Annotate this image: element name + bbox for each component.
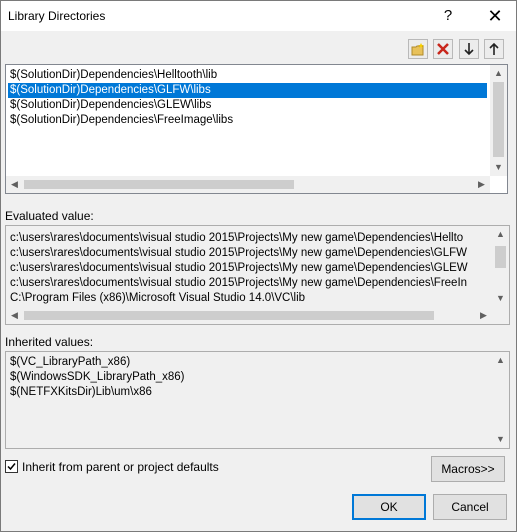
scroll-up-icon[interactable]: ▲ bbox=[492, 226, 509, 243]
inherited-values-label: Inherited values: bbox=[5, 335, 94, 349]
close-button[interactable]: ✕ bbox=[475, 1, 515, 31]
scroll-right-icon[interactable]: ▶ bbox=[475, 307, 492, 324]
inherited-line: $(WindowsSDK_LibraryPath_x86) bbox=[10, 371, 185, 383]
ok-button[interactable]: OK bbox=[352, 494, 426, 520]
arrow-up-icon bbox=[489, 42, 499, 55]
library-directories-dialog: Library Directories ? ✕ $(SolutionDir)De… bbox=[0, 0, 517, 532]
list-item[interactable]: $(SolutionDir)Dependencies\GLEW\libs bbox=[8, 98, 487, 113]
list-item[interactable]: $(SolutionDir)Dependencies\Helltooth\lib bbox=[8, 68, 487, 83]
evaluated-line: c:\users\rares\documents\visual studio 2… bbox=[10, 232, 464, 244]
arrow-down-icon bbox=[464, 43, 474, 56]
evaluated-line: C:\Program Files (x86)\Microsoft Visual … bbox=[10, 292, 306, 304]
inherit-checkbox[interactable] bbox=[5, 460, 18, 473]
horizontal-scrollbar[interactable]: ◀ ▶ bbox=[6, 176, 490, 193]
move-down-button[interactable] bbox=[459, 39, 479, 59]
scroll-left-icon[interactable]: ◀ bbox=[6, 307, 23, 324]
inherited-line: $(NETFXKitsDir)Lib\um\x86 bbox=[10, 386, 152, 398]
macros-button[interactable]: Macros>> bbox=[431, 456, 505, 482]
inherited-line: $(VC_LibraryPath_x86) bbox=[10, 356, 131, 368]
delete-icon bbox=[437, 43, 449, 55]
scroll-right-icon[interactable]: ▶ bbox=[473, 176, 490, 193]
cancel-button[interactable]: Cancel bbox=[433, 494, 507, 520]
evaluated-line: c:\users\rares\documents\visual studio 2… bbox=[10, 247, 468, 259]
move-up-button[interactable] bbox=[484, 39, 504, 59]
scroll-up-icon[interactable]: ▲ bbox=[492, 352, 509, 369]
evaluated-value-label: Evaluated value: bbox=[5, 209, 94, 223]
dialog-title: Library Directories bbox=[8, 9, 106, 23]
checkmark-icon bbox=[7, 463, 16, 471]
help-button[interactable]: ? bbox=[428, 1, 468, 31]
inherited-values-box[interactable]: $(VC_LibraryPath_x86) $(WindowsSDK_Libra… bbox=[5, 351, 510, 449]
delete-button[interactable] bbox=[433, 39, 453, 59]
horizontal-scrollbar[interactable]: ◀ ▶ bbox=[6, 307, 492, 324]
scroll-thumb[interactable] bbox=[493, 82, 504, 157]
scroll-up-icon[interactable]: ▲ bbox=[490, 65, 507, 82]
scroll-down-icon[interactable]: ▼ bbox=[492, 431, 509, 448]
scroll-thumb[interactable] bbox=[24, 180, 294, 189]
scroll-left-icon[interactable]: ◀ bbox=[6, 176, 23, 193]
vertical-scrollbar[interactable]: ▲ ▼ bbox=[490, 65, 507, 176]
evaluated-value-box[interactable]: c:\users\rares\documents\visual studio 2… bbox=[5, 225, 510, 325]
directories-list[interactable]: $(SolutionDir)Dependencies\Helltooth\lib… bbox=[5, 64, 508, 194]
list-item[interactable]: $(SolutionDir)Dependencies\FreeImage\lib… bbox=[8, 113, 487, 128]
scroll-thumb[interactable] bbox=[24, 311, 434, 320]
new-line-button[interactable] bbox=[408, 39, 428, 59]
title-bar: Library Directories ? ✕ bbox=[1, 1, 516, 31]
evaluated-line: c:\users\rares\documents\visual studio 2… bbox=[10, 262, 468, 274]
inherit-checkbox-label[interactable]: Inherit from parent or project defaults bbox=[22, 460, 219, 474]
scroll-down-icon[interactable]: ▼ bbox=[492, 290, 509, 307]
vertical-scrollbar[interactable]: ▲ ▼ bbox=[492, 226, 509, 307]
scroll-down-icon[interactable]: ▼ bbox=[490, 159, 507, 176]
vertical-scrollbar[interactable]: ▲ ▼ bbox=[492, 352, 509, 448]
list-item-selected[interactable]: $(SolutionDir)Dependencies\GLFW\libs bbox=[8, 83, 487, 98]
scroll-thumb[interactable] bbox=[495, 246, 506, 268]
evaluated-line: c:\users\rares\documents\visual studio 2… bbox=[10, 277, 468, 289]
new-folder-icon bbox=[411, 43, 424, 56]
